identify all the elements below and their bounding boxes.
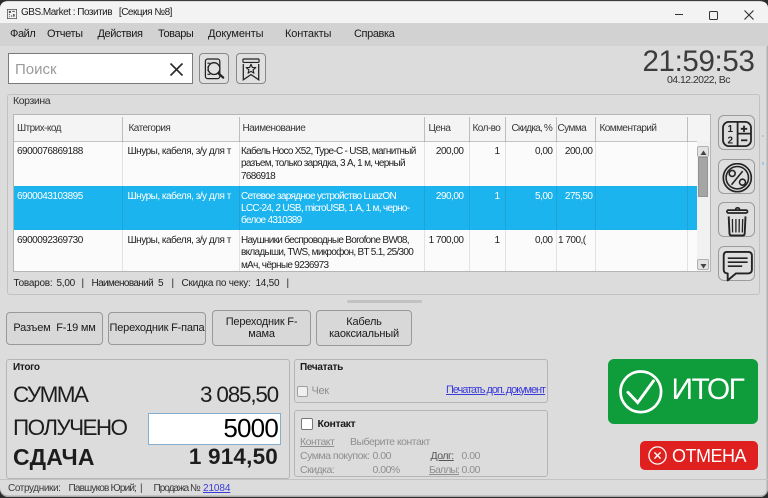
svg-text:1: 1 <box>728 124 734 135</box>
svg-text:2: 2 <box>728 136 734 147</box>
